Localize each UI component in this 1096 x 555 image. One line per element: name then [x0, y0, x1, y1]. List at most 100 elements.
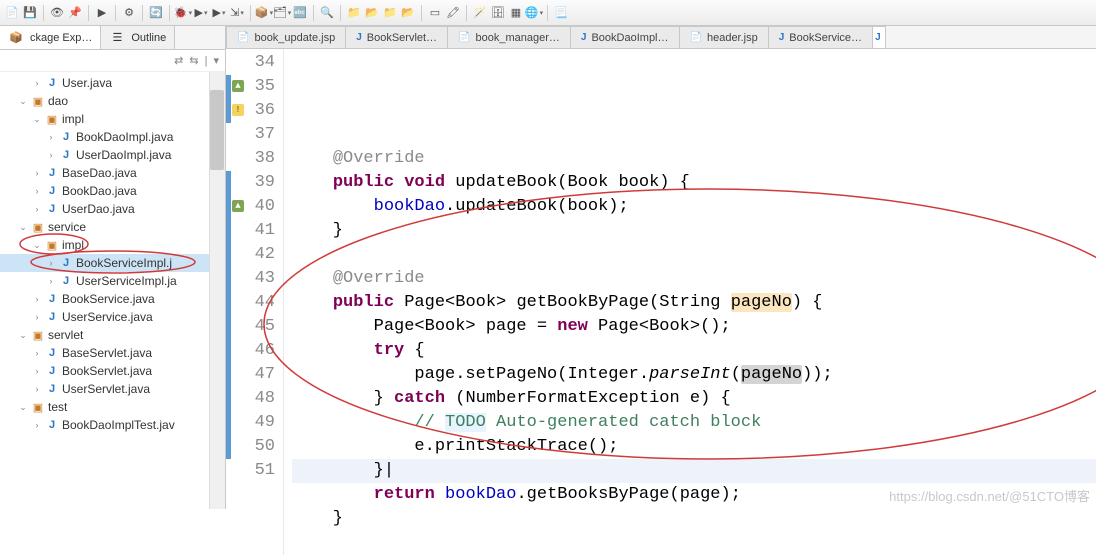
tree-twisty-icon[interactable]: ›: [44, 276, 58, 286]
tree-twisty-icon[interactable]: ›: [30, 312, 44, 322]
toolbar-refresh-icon[interactable]: 🔄: [148, 5, 164, 21]
tree-item-BookDaoImplTest-jav[interactable]: ›JBookDaoImplTest.jav: [0, 416, 225, 434]
editor-tab-0[interactable]: 📄book_update.jsp: [226, 26, 346, 48]
tree-item-UserServiceImpl-ja[interactable]: ›JUserServiceImpl.ja: [0, 272, 225, 290]
toolbar-proj-dd-icon[interactable]: 🗂: [274, 5, 290, 21]
tree-twisty-icon[interactable]: ›: [30, 78, 44, 88]
tree-item-BookServiceImpl-j[interactable]: ›JBookServiceImpl.j: [0, 254, 225, 272]
code-line[interactable]: }|: [292, 459, 1096, 483]
tree-twisty-icon[interactable]: ›: [30, 420, 44, 430]
tree-twisty-icon[interactable]: ⌄: [16, 402, 30, 413]
code-line[interactable]: page.setPageNo(Integer.parseInt(pageNo))…: [292, 363, 1096, 387]
toolbar-play-green-icon[interactable]: ▶: [94, 5, 110, 21]
code-line[interactable]: [292, 243, 1096, 267]
override-marker-icon[interactable]: ▲: [232, 200, 244, 212]
tree-twisty-icon[interactable]: ›: [30, 168, 44, 178]
toolbar-debug-dd-icon[interactable]: 🐞: [175, 5, 191, 21]
tree-twisty-icon[interactable]: ›: [44, 150, 58, 160]
code-content[interactable]: @Override public void updateBook(Book bo…: [284, 49, 1096, 555]
tree-item-UserDao-java[interactable]: ›JUserDao.java: [0, 200, 225, 218]
editor-tab-1[interactable]: JBookServlet…: [345, 26, 448, 48]
code-line[interactable]: Page<Book> page = new Page<Book>();: [292, 315, 1096, 339]
code-line[interactable]: } catch (NumberFormatException e) {: [292, 387, 1096, 411]
tree-twisty-icon[interactable]: ⌄: [16, 96, 30, 107]
toolbar-folder3-icon[interactable]: 📁: [382, 5, 398, 21]
tab-package-explorer[interactable]: 📦 ckage Exp…: [0, 26, 101, 49]
tree-item-User-java[interactable]: ›JUser.java: [0, 74, 225, 92]
toolbar-db-icon[interactable]: 🗄: [490, 5, 506, 21]
link-icon[interactable]: ⇄: [174, 54, 183, 67]
tree-twisty-icon[interactable]: ›: [30, 186, 44, 196]
tree-item-UserService-java[interactable]: ›JUserService.java: [0, 308, 225, 326]
toolbar-folder1-icon[interactable]: 📁: [346, 5, 362, 21]
code-line[interactable]: @Override: [292, 147, 1096, 171]
tree-twisty-icon[interactable]: ›: [30, 204, 44, 214]
tree-item-BaseDao-java[interactable]: ›JBaseDao.java: [0, 164, 225, 182]
tree-item-BookServlet-java[interactable]: ›JBookServlet.java: [0, 362, 225, 380]
code-line[interactable]: public Page<Book> getBookByPage(String p…: [292, 291, 1096, 315]
tree-item-dao[interactable]: ⌄▣dao: [0, 92, 225, 110]
toolbar-save-icon[interactable]: 💾: [22, 5, 38, 21]
toolbar-run2-dd-icon[interactable]: ▶: [211, 5, 227, 21]
toolbar-gear-icon[interactable]: ⚙: [121, 5, 137, 21]
menu-icon[interactable]: ▾: [213, 54, 219, 67]
tree-item-servlet[interactable]: ⌄▣servlet: [0, 326, 225, 344]
code-line[interactable]: public void updateBook(Book book) {: [292, 171, 1096, 195]
tree-twisty-icon[interactable]: ›: [44, 258, 58, 268]
toolbar-folder4-icon[interactable]: 📂: [400, 5, 416, 21]
toolbar-wand-icon[interactable]: 🪄: [472, 5, 488, 21]
editor-tab-3[interactable]: JBookDaoImpl…: [570, 26, 680, 48]
code-line[interactable]: [292, 531, 1096, 555]
toolbar-magnify-icon[interactable]: 🔍: [319, 5, 335, 21]
tree-twisty-icon[interactable]: ›: [44, 132, 58, 142]
tree-twisty-icon[interactable]: ⌄: [30, 240, 44, 251]
tree-item-test[interactable]: ⌄▣test: [0, 398, 225, 416]
package-tree[interactable]: ›JUser.java⌄▣dao⌄▣impl›JBookDaoImpl.java…: [0, 72, 225, 509]
code-line[interactable]: }: [292, 219, 1096, 243]
tree-item-BookService-java[interactable]: ›JBookService.java: [0, 290, 225, 308]
tree-twisty-icon[interactable]: ›: [30, 294, 44, 304]
tree-item-impl[interactable]: ⌄▣impl: [0, 110, 225, 128]
editor-tab-active[interactable]: J: [872, 26, 886, 48]
code-line[interactable]: e.printStackTrace();: [292, 435, 1096, 459]
toolbar-new-icon[interactable]: 📄: [4, 5, 20, 21]
toolbar-view-icon[interactable]: 👁: [49, 5, 65, 21]
tree-item-service[interactable]: ⌄▣service: [0, 218, 225, 236]
scroll-thumb[interactable]: [210, 90, 224, 170]
toolbar-folder2-icon[interactable]: 📂: [364, 5, 380, 21]
tree-item-UserDaoImpl-java[interactable]: ›JUserDaoImpl.java: [0, 146, 225, 164]
tree-item-BookDao-java[interactable]: ›JBookDao.java: [0, 182, 225, 200]
code-line[interactable]: bookDao.updateBook(book);: [292, 195, 1096, 219]
tree-twisty-icon[interactable]: ›: [30, 366, 44, 376]
toolbar-doc-icon[interactable]: 📃: [553, 5, 569, 21]
collapse-icon[interactable]: ⇆: [189, 54, 198, 67]
editor-tab-2[interactable]: 📄book_manager…: [447, 26, 571, 48]
tab-outline[interactable]: ☰ Outline: [101, 26, 175, 49]
editor-tab-4[interactable]: 📄header.jsp: [679, 26, 769, 48]
tree-twisty-icon[interactable]: ⌄: [30, 114, 44, 125]
tree-item-impl[interactable]: ⌄▣impl: [0, 236, 225, 254]
tree-twisty-icon[interactable]: ›: [30, 384, 44, 394]
code-editor[interactable]: 3435▲36!37383940▲4142434445464748495051 …: [226, 49, 1096, 555]
override-marker-icon[interactable]: ▲: [232, 80, 244, 92]
tree-scrollbar[interactable]: [209, 72, 225, 509]
code-line[interactable]: // TODO Auto-generated catch block: [292, 411, 1096, 435]
toolbar-search-ab-icon[interactable]: 🔤: [292, 5, 308, 21]
toolbar-ext-dd-icon[interactable]: ⇲: [229, 5, 245, 21]
editor-tab-5[interactable]: JBookService…: [768, 26, 873, 48]
code-line[interactable]: [292, 123, 1096, 147]
toolbar-pin-icon[interactable]: 📌: [67, 5, 83, 21]
toolbar-grid-icon[interactable]: ▦: [508, 5, 524, 21]
tree-twisty-icon[interactable]: ⌄: [16, 330, 30, 341]
tree-item-BaseServlet-java[interactable]: ›JBaseServlet.java: [0, 344, 225, 362]
toolbar-hl-icon[interactable]: 🖍: [445, 5, 461, 21]
tree-item-UserServlet-java[interactable]: ›JUserServlet.java: [0, 380, 225, 398]
toolbar-box-icon[interactable]: ▭: [427, 5, 443, 21]
code-line[interactable]: @Override: [292, 267, 1096, 291]
code-line[interactable]: }: [292, 507, 1096, 531]
toolbar-globe-dd-icon[interactable]: 🌐: [526, 5, 542, 21]
warning-marker-icon[interactable]: !: [232, 104, 244, 116]
code-line[interactable]: try {: [292, 339, 1096, 363]
tree-twisty-icon[interactable]: ›: [30, 348, 44, 358]
tree-twisty-icon[interactable]: ⌄: [16, 222, 30, 233]
